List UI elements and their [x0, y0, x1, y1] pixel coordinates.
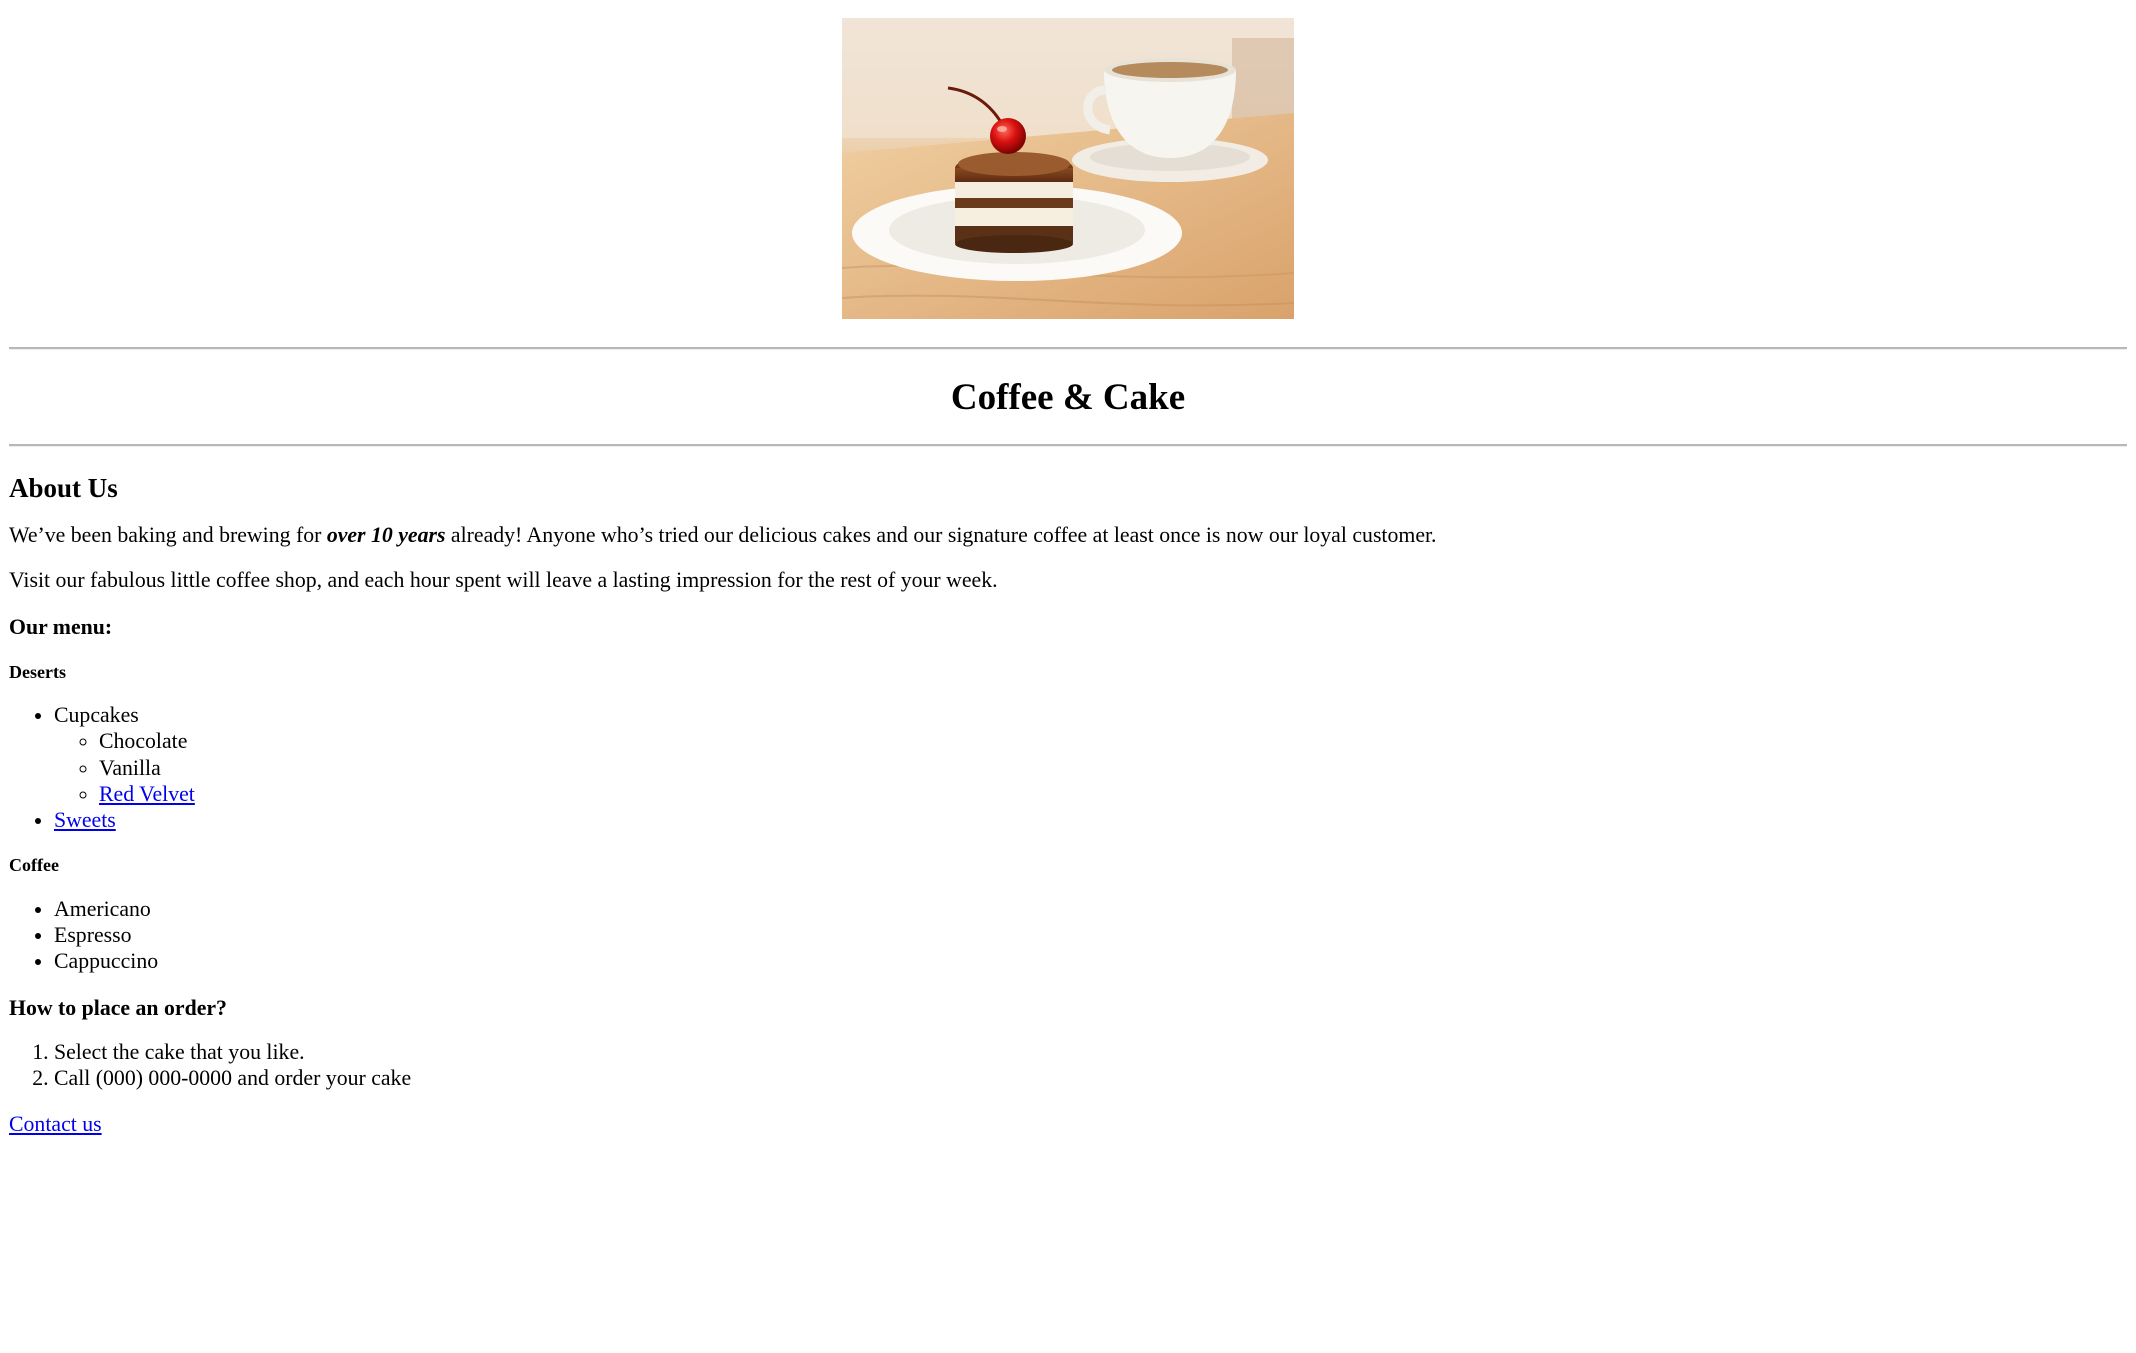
hero-container: [9, 18, 2127, 325]
red-velvet-link[interactable]: Red Velvet: [99, 782, 195, 806]
list-item-cappuccino: Cappuccino: [54, 948, 2127, 974]
deserts-heading: Deserts: [9, 661, 66, 682]
list-item-americano: Americano: [54, 896, 2127, 922]
list-item-cupcakes: Cupcakes Chocolate Vanilla Red Velvet: [54, 702, 2127, 807]
order-steps-list: Select the cake that you like. Call (000…: [9, 1039, 2127, 1091]
list-item-espresso: Espresso: [54, 922, 2127, 948]
about-p1-pre: We’ve been baking and brewing for: [9, 523, 327, 548]
coffee-list: Americano Espresso Cappuccino: [9, 896, 2127, 974]
title-divider: [9, 443, 2127, 447]
menu-heading: Our menu:: [9, 614, 113, 639]
order-step-1: Select the cake that you like.: [54, 1039, 2127, 1065]
about-p1-post: already! Anyone who’s tried our deliciou…: [445, 523, 1437, 548]
cupcakes-label: Cupcakes: [54, 703, 139, 728]
cupcakes-sublist: Chocolate Vanilla Red Velvet: [54, 728, 2127, 806]
about-paragraph-1: We’ve been baking and brewing for over 1…: [9, 523, 2127, 548]
cake-coffee-illustration: [842, 18, 1294, 319]
list-item-vanilla: Vanilla: [99, 755, 2127, 781]
hero-image: [842, 18, 1294, 319]
list-item-sweets: Sweets: [54, 807, 2127, 833]
list-item-chocolate: Chocolate: [99, 728, 2127, 754]
about-p1-emphasis: over 10 years: [326, 523, 446, 548]
list-item-red-velvet: Red Velvet: [99, 781, 2127, 807]
order-step-2: Call (000) 000-0000 and order your cake: [54, 1065, 2127, 1091]
contact-us-link[interactable]: Contact us: [9, 1112, 102, 1136]
order-heading: How to place an order?: [9, 996, 227, 1021]
about-paragraph-2: Visit our fabulous little coffee shop, a…: [9, 567, 998, 592]
sweets-link[interactable]: Sweets: [54, 808, 116, 832]
top-divider: [9, 347, 2127, 351]
page: Coffee & Cake About Us We’ve been baking…: [0, 0, 2136, 1137]
about-heading: About Us: [9, 472, 118, 503]
page-title: Coffee & Cake: [950, 377, 1186, 419]
deserts-list: Cupcakes Chocolate Vanilla Red Velvet Sw…: [9, 702, 2127, 833]
coffee-heading: Coffee: [9, 855, 59, 876]
